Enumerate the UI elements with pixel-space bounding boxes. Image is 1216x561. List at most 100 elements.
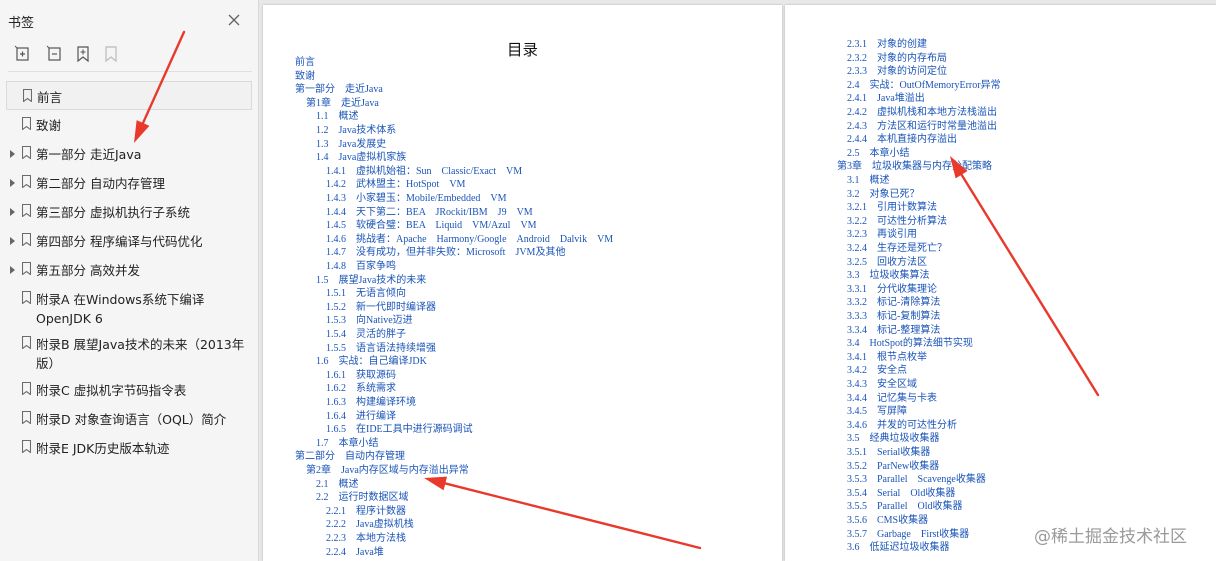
toc-entry[interactable]: 1.4.2 武林盟主：HotSpot VM (326, 179, 465, 191)
expand-triangle-icon[interactable] (10, 236, 15, 245)
toc-entry[interactable]: 2.4.1 Java堆溢出 (847, 93, 925, 105)
toc-entry[interactable]: 1.5.5 语言语法持续增强 (326, 343, 436, 355)
bookmark-item[interactable]: 第四部分 程序编译与代码优化 (6, 226, 252, 255)
toc-entry[interactable]: 3.2.3 再谈引用 (847, 229, 917, 241)
toc-entry[interactable]: 2.4 实战：OutOfMemoryError异常 (847, 80, 1001, 92)
toc-entry[interactable]: 1.4.6 挑战者：Apache Harmony/Google Android … (326, 234, 613, 246)
toc-entry[interactable]: 1.6 实战：自己编译JDK (316, 356, 427, 368)
toc-entry[interactable]: 3.3.3 标记-复制算法 (847, 311, 940, 323)
toc-entry[interactable]: 1.2 Java技术体系 (316, 125, 396, 137)
bookmark-item[interactable]: 致谢 (6, 110, 252, 139)
toc-entry[interactable]: 3.2.2 可达性分析算法 (847, 216, 947, 228)
toc-entry[interactable]: 3.5.7 Garbage First收集器 (847, 529, 969, 541)
bookmark-item[interactable]: 第三部分 虚拟机执行子系统 (6, 197, 252, 226)
expand-triangle-icon[interactable] (10, 178, 15, 187)
collapse-bookmark-icon[interactable] (46, 45, 66, 65)
toc-entry[interactable]: 2.2.3 本地方法栈 (326, 533, 406, 545)
toc-entry[interactable]: 3.3.2 标记-清除算法 (847, 297, 940, 309)
toc-entry[interactable]: 3.3.1 分代收集理论 (847, 284, 937, 296)
toc-entry[interactable]: 第一部分 走近Java (295, 84, 383, 96)
toc-entry[interactable]: 3.2.1 引用计数算法 (847, 202, 937, 214)
toc-entry[interactable]: 3.4.2 安全点 (847, 365, 907, 377)
toc-entry[interactable]: 3.5.1 Serial收集器 (847, 447, 930, 459)
toc-entry[interactable]: 3.2.5 回收方法区 (847, 257, 927, 269)
toc-entry[interactable]: 3.5 经典垃圾收集器 (847, 433, 940, 445)
toc-entry[interactable]: 1.6.5 在IDE工具中进行源码调试 (326, 424, 473, 436)
watermark: @稀土掘金技术社区 (1034, 527, 1187, 547)
add-bookmark-icon[interactable] (74, 45, 94, 65)
toc-entry[interactable]: 3.5.2 ParNew收集器 (847, 461, 939, 473)
toc-entry[interactable]: 1.6.3 构建编译环境 (326, 397, 416, 409)
toc-entry[interactable]: 3.3.4 标记-整理算法 (847, 325, 940, 337)
toc-entry[interactable]: 1.5 展望Java技术的未来 (316, 275, 426, 287)
toc-entry[interactable]: 3.4.5 写屏障 (847, 406, 907, 418)
bookmark-item[interactable]: 附录C 虚拟机字节码指令表 (6, 375, 252, 404)
toc-entry[interactable]: 3.4 HotSpot的算法细节实现 (847, 338, 973, 350)
bookmark-icon (21, 261, 32, 276)
toc-entry[interactable]: 第2章 Java内存区域与内存溢出异常 (306, 465, 469, 477)
toc-entry[interactable]: 1.5.1 无语言倾向 (326, 288, 406, 300)
bookmark-flag-icon[interactable] (102, 45, 122, 65)
toc-entry[interactable]: 1.4 Java虚拟机家族 (316, 152, 406, 164)
toc-entry[interactable]: 1.4.3 小家碧玉：Mobile/Embedded VM (326, 193, 507, 205)
toc-entry[interactable]: 1.7 本章小结 (316, 438, 379, 450)
bookmark-item[interactable]: 附录B 展望Java技术的未来（2013年版） (6, 329, 252, 375)
toc-entry[interactable]: 2.2.1 程序计数器 (326, 506, 406, 518)
bookmark-item[interactable]: 第五部分 高效并发 (6, 255, 252, 284)
toc-entry[interactable]: 前言 (295, 57, 315, 69)
toc-entry[interactable]: 2.4.3 方法区和运行时常量池溢出 (847, 121, 997, 133)
toc-entry[interactable]: 3.6 低延迟垃圾收集器 (847, 542, 950, 554)
toc-entry[interactable]: 3.1 概述 (847, 175, 890, 187)
toc-entry[interactable]: 3.4.3 安全区域 (847, 379, 917, 391)
toc-entry[interactable]: 1.4.1 虚拟机始祖：Sun Classic/Exact VM (326, 166, 522, 178)
bookmark-item[interactable]: 附录A 在Windows系统下编译OpenJDK 6 (6, 284, 252, 329)
expand-bookmark-icon[interactable] (14, 45, 34, 65)
bookmark-item[interactable]: 第二部分 自动内存管理 (6, 168, 252, 197)
toc-entry[interactable]: 2.5 本章小结 (847, 148, 910, 160)
toc-entry[interactable]: 1.1 概述 (316, 111, 359, 123)
toc-entry[interactable]: 1.4.4 天下第二：BEA JRockit/IBM J9 VM (326, 207, 533, 219)
toc-entry[interactable]: 第1章 走近Java (306, 98, 379, 110)
toc-entry[interactable]: 1.5.4 灵活的胖子 (326, 329, 406, 341)
toc-entry[interactable]: 1.4.7 没有成功，但并非失败：Microsoft JVM及其他 (326, 247, 565, 259)
close-icon[interactable] (226, 12, 242, 28)
toc-entry[interactable]: 3.4.4 记忆集与卡表 (847, 393, 937, 405)
toc-entry[interactable]: 3.5.6 CMS收集器 (847, 515, 928, 527)
expand-triangle-icon[interactable] (10, 265, 15, 274)
toc-entry[interactable]: 2.4.2 虚拟机栈和本地方法栈溢出 (847, 107, 997, 119)
toc-entry[interactable]: 第3章 垃圾收集器与内存分配策略 (837, 161, 992, 173)
toc-entry[interactable]: 1.4.8 百家争鸣 (326, 261, 396, 273)
toc-entry[interactable]: 3.3 垃圾收集算法 (847, 270, 930, 282)
toc-entry[interactable]: 2.1 概述 (316, 479, 359, 491)
toc-entry[interactable]: 3.2 对象已死？ (847, 189, 920, 201)
toc-entry[interactable]: 1.5.2 新一代即时编译器 (326, 302, 436, 314)
bookmark-label: 第四部分 程序编译与代码优化 (36, 234, 203, 249)
toc-entry[interactable]: 1.6.4 进行编译 (326, 411, 396, 423)
toc-entry[interactable]: 2.2.2 Java虚拟机栈 (326, 519, 414, 531)
bookmark-item[interactable]: 附录D 对象查询语言（OQL）简介 (6, 404, 252, 433)
toc-entry[interactable]: 1.5.3 向Native迈进 (326, 315, 413, 327)
toc-entry[interactable]: 3.5.3 Parallel Scavenge收集器 (847, 474, 986, 486)
expand-triangle-icon[interactable] (10, 149, 15, 158)
toc-entry[interactable]: 3.4.1 根节点枚举 (847, 352, 927, 364)
bookmark-item[interactable]: 前言 (6, 81, 252, 110)
toc-entry[interactable]: 3.2.4 生存还是死亡？ (847, 243, 947, 255)
toc-entry[interactable]: 1.4.5 软硬合璧：BEA Liquid VM/Azul VM (326, 220, 537, 232)
toc-entry[interactable]: 3.5.4 Serial Old收集器 (847, 488, 955, 500)
toc-entry[interactable]: 1.6.2 系统需求 (326, 383, 396, 395)
toc-entry[interactable]: 致谢 (295, 71, 315, 83)
toc-entry[interactable]: 2.3.1 对象的创建 (847, 39, 927, 51)
toc-entry[interactable]: 第二部分 自动内存管理 (295, 451, 405, 463)
toc-entry[interactable]: 2.3.3 对象的访问定位 (847, 66, 947, 78)
toc-entry[interactable]: 3.5.5 Parallel Old收集器 (847, 501, 963, 513)
toc-entry[interactable]: 2.3.2 对象的内存布局 (847, 53, 947, 65)
expand-triangle-icon[interactable] (10, 207, 15, 216)
toc-entry[interactable]: 2.2 运行时数据区域 (316, 492, 409, 504)
toc-entry[interactable]: 1.3 Java发展史 (316, 139, 386, 151)
toc-entry[interactable]: 2.4.4 本机直接内存溢出 (847, 134, 957, 146)
bookmark-item[interactable]: 附录E JDK历史版本轨迹 (6, 433, 252, 462)
toc-entry[interactable]: 3.4.6 并发的可达性分析 (847, 420, 957, 432)
bookmark-item[interactable]: 第一部分 走近Java (6, 139, 252, 168)
toc-entry[interactable]: 2.2.4 Java堆 (326, 547, 384, 559)
toc-entry[interactable]: 1.6.1 获取源码 (326, 370, 396, 382)
